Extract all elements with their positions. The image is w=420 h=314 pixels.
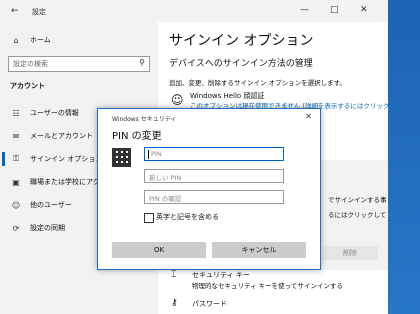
home-icon: ⌂ xyxy=(13,35,19,45)
pin-option-text: でサインインする事 xyxy=(328,196,387,204)
dialog-title: PIN の変更 xyxy=(112,131,162,142)
sync-icon: ⟳ xyxy=(12,223,20,233)
sidebar-item-sync[interactable]: ⟳ 設定の同期 xyxy=(0,221,65,235)
security-key-desc: 物理的なセキュリティ キーを使ってサインインする xyxy=(192,282,343,290)
search-placeholder: 設定の検索 xyxy=(13,60,48,68)
minimize-button[interactable]: — xyxy=(300,5,309,15)
window-title: 設定 xyxy=(32,8,46,16)
confirm-pin-field[interactable]: PIN の確認 xyxy=(144,190,284,204)
people-icon: ☺ xyxy=(11,200,21,210)
sidebar-item-sign-in[interactable]: ⚿ サインイン オプション xyxy=(0,152,102,166)
mail-icon: ✉ xyxy=(12,131,20,141)
new-pin-placeholder: 新しい PIN xyxy=(149,174,182,182)
sidebar-item-other-users[interactable]: ☺ 他のユーザー xyxy=(0,198,72,212)
back-arrow-icon[interactable]: ← xyxy=(11,6,19,16)
sidebar-item-home[interactable]: ⌂ ホーム xyxy=(0,33,51,47)
current-pin-placeholder: PIN xyxy=(151,150,162,158)
current-pin-field[interactable]: PIN xyxy=(144,147,284,161)
password-key-icon: ⚷ xyxy=(171,298,178,308)
sidebar-item-label: メールとアカウント xyxy=(30,132,93,140)
sidebar-item-label: サインイン オプション xyxy=(30,155,103,163)
dialog-close-icon[interactable]: ✕ xyxy=(305,112,312,121)
cancel-button[interactable]: キャンセル xyxy=(212,242,306,258)
include-letters-label[interactable]: 英字と記号を含める xyxy=(156,212,219,222)
sidebar-section-heading: アカウント xyxy=(10,82,45,90)
sidebar-item-label: 設定の同期 xyxy=(30,224,65,232)
person-card-icon: ☷ xyxy=(12,108,20,118)
sidebar-item-label: 他のユーザー xyxy=(30,201,72,209)
usb-key-icon: ⌶ xyxy=(171,270,177,280)
include-letters-checkbox[interactable] xyxy=(144,213,154,223)
key-icon: ⚿ xyxy=(12,154,20,163)
sidebar-item-your-info[interactable]: ☷ ユーザーの情報 xyxy=(0,106,79,120)
page-title: サインイン オプション xyxy=(169,33,314,49)
dialog-caption: Windows セキュリティ xyxy=(112,116,177,123)
password-title[interactable]: パスワード xyxy=(192,299,227,309)
pin-option-text-2: るにはクリックして xyxy=(328,211,387,219)
text-caret xyxy=(148,150,149,159)
title-bar: ← 設定 — □ ✕ xyxy=(0,0,388,22)
confirm-pin-placeholder: PIN の確認 xyxy=(149,195,182,203)
search-icon: ⚲ xyxy=(139,58,145,67)
page-subtitle: デバイスへのサインイン方法の管理 xyxy=(169,59,313,69)
remove-button[interactable]: 削除 xyxy=(322,246,378,260)
page-description: 追加、変更、削除するサインイン オプションを選択します。 xyxy=(169,79,346,87)
ok-button[interactable]: OK xyxy=(112,242,206,258)
security-key-title[interactable]: セキュリティ キー xyxy=(192,270,250,280)
sidebar-item-label: ユーザーの情報 xyxy=(30,109,79,117)
change-pin-dialog: Windows セキュリティ ✕ PIN の変更 PIN 新しい PIN PIN… xyxy=(97,108,321,270)
close-button[interactable]: ✕ xyxy=(360,5,368,15)
briefcase-icon: ▣ xyxy=(12,177,20,187)
sidebar-item-email[interactable]: ✉ メールとアカウント xyxy=(0,129,93,143)
sidebar-item-label: ホーム xyxy=(30,36,51,44)
face-icon: ☺ xyxy=(171,93,184,107)
search-input[interactable]: 設定の検索 ⚲ xyxy=(8,56,150,72)
maximize-button[interactable]: □ xyxy=(330,5,339,15)
new-pin-field[interactable]: 新しい PIN xyxy=(144,169,284,183)
keypad-icon xyxy=(112,148,131,167)
